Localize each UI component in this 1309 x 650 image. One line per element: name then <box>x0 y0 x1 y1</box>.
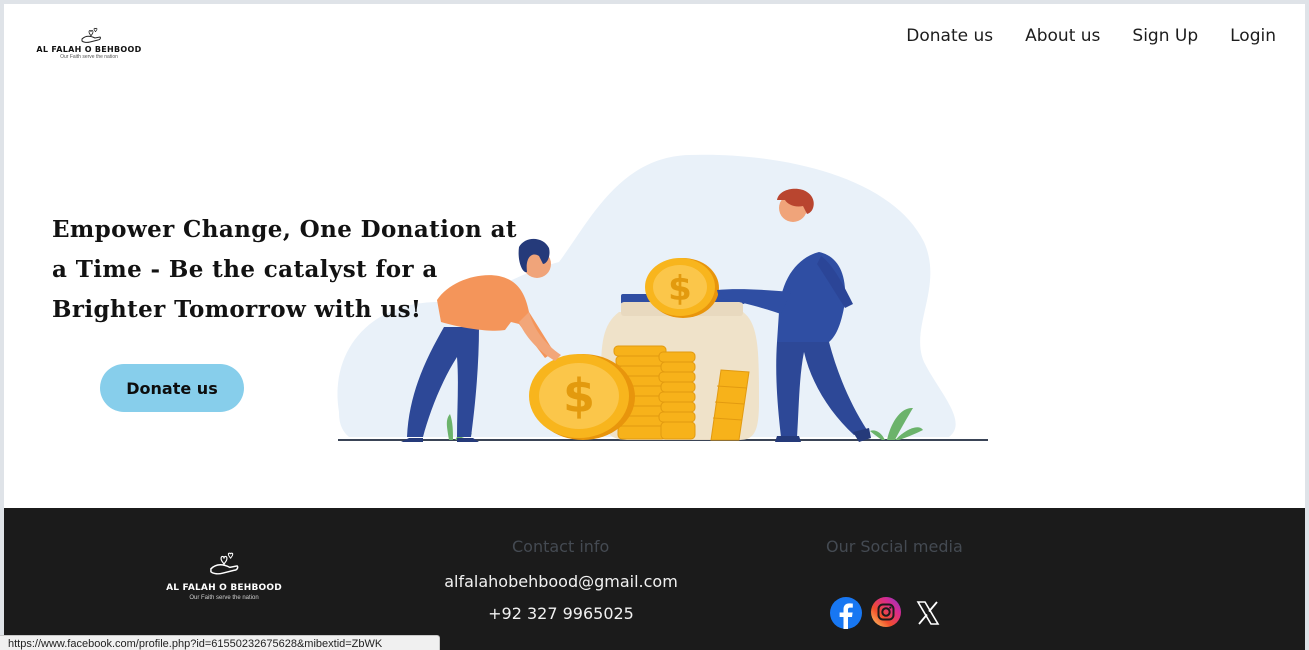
hand-hearts-icon <box>210 552 239 575</box>
social-heading: Our Social media <box>826 537 963 556</box>
svg-text:$: $ <box>668 269 692 309</box>
footer: AL FALAH O BEHBOOD Our Faith serve the n… <box>4 508 1305 650</box>
nav-sign-up[interactable]: Sign Up <box>1132 26 1198 46</box>
nav-about-us[interactable]: About us <box>1025 26 1100 46</box>
facebook-icon[interactable] <box>830 597 862 629</box>
hero-headline: Empower Change, One Donation at a Time -… <box>52 210 542 330</box>
contact-phone: +92 327 9965025 <box>488 604 634 623</box>
browser-status-url: https://www.facebook.com/profile.php?id=… <box>0 635 440 650</box>
svg-text:$: $ <box>563 369 595 423</box>
page: AL FALAH O BEHBOOD Our Faith serve the n… <box>4 4 1305 650</box>
hero-headline-line-1: Empower Change, One Donation at <box>52 216 517 243</box>
social-links <box>830 597 944 629</box>
x-icon[interactable] <box>912 597 944 629</box>
main-nav: Donate us About us Sign Up Login <box>906 26 1276 46</box>
hand-hearts-icon <box>81 27 101 43</box>
nav-login[interactable]: Login <box>1230 26 1276 46</box>
hero-headline-line-2: a Time - Be the catalyst for a <box>52 256 438 283</box>
contact-email[interactable]: alfalahobehbood@gmail.com <box>261 572 861 591</box>
hero-headline-line-3: Brighter Tomorrow with us! <box>52 296 422 323</box>
nav-donate-us[interactable]: Donate us <box>906 26 993 46</box>
footer-logo-tagline: Our Faith serve the nation <box>189 595 259 601</box>
logo-tagline: Our Faith serve the nation <box>60 54 118 60</box>
header-logo[interactable]: AL FALAH O BEHBOOD Our Faith serve the n… <box>34 26 144 64</box>
hero-donate-button[interactable]: Donate us <box>100 364 244 412</box>
contact-heading: Contact info <box>512 537 610 556</box>
logo-title: AL FALAH O BEHBOOD <box>36 45 142 54</box>
instagram-icon[interactable] <box>871 597 903 629</box>
